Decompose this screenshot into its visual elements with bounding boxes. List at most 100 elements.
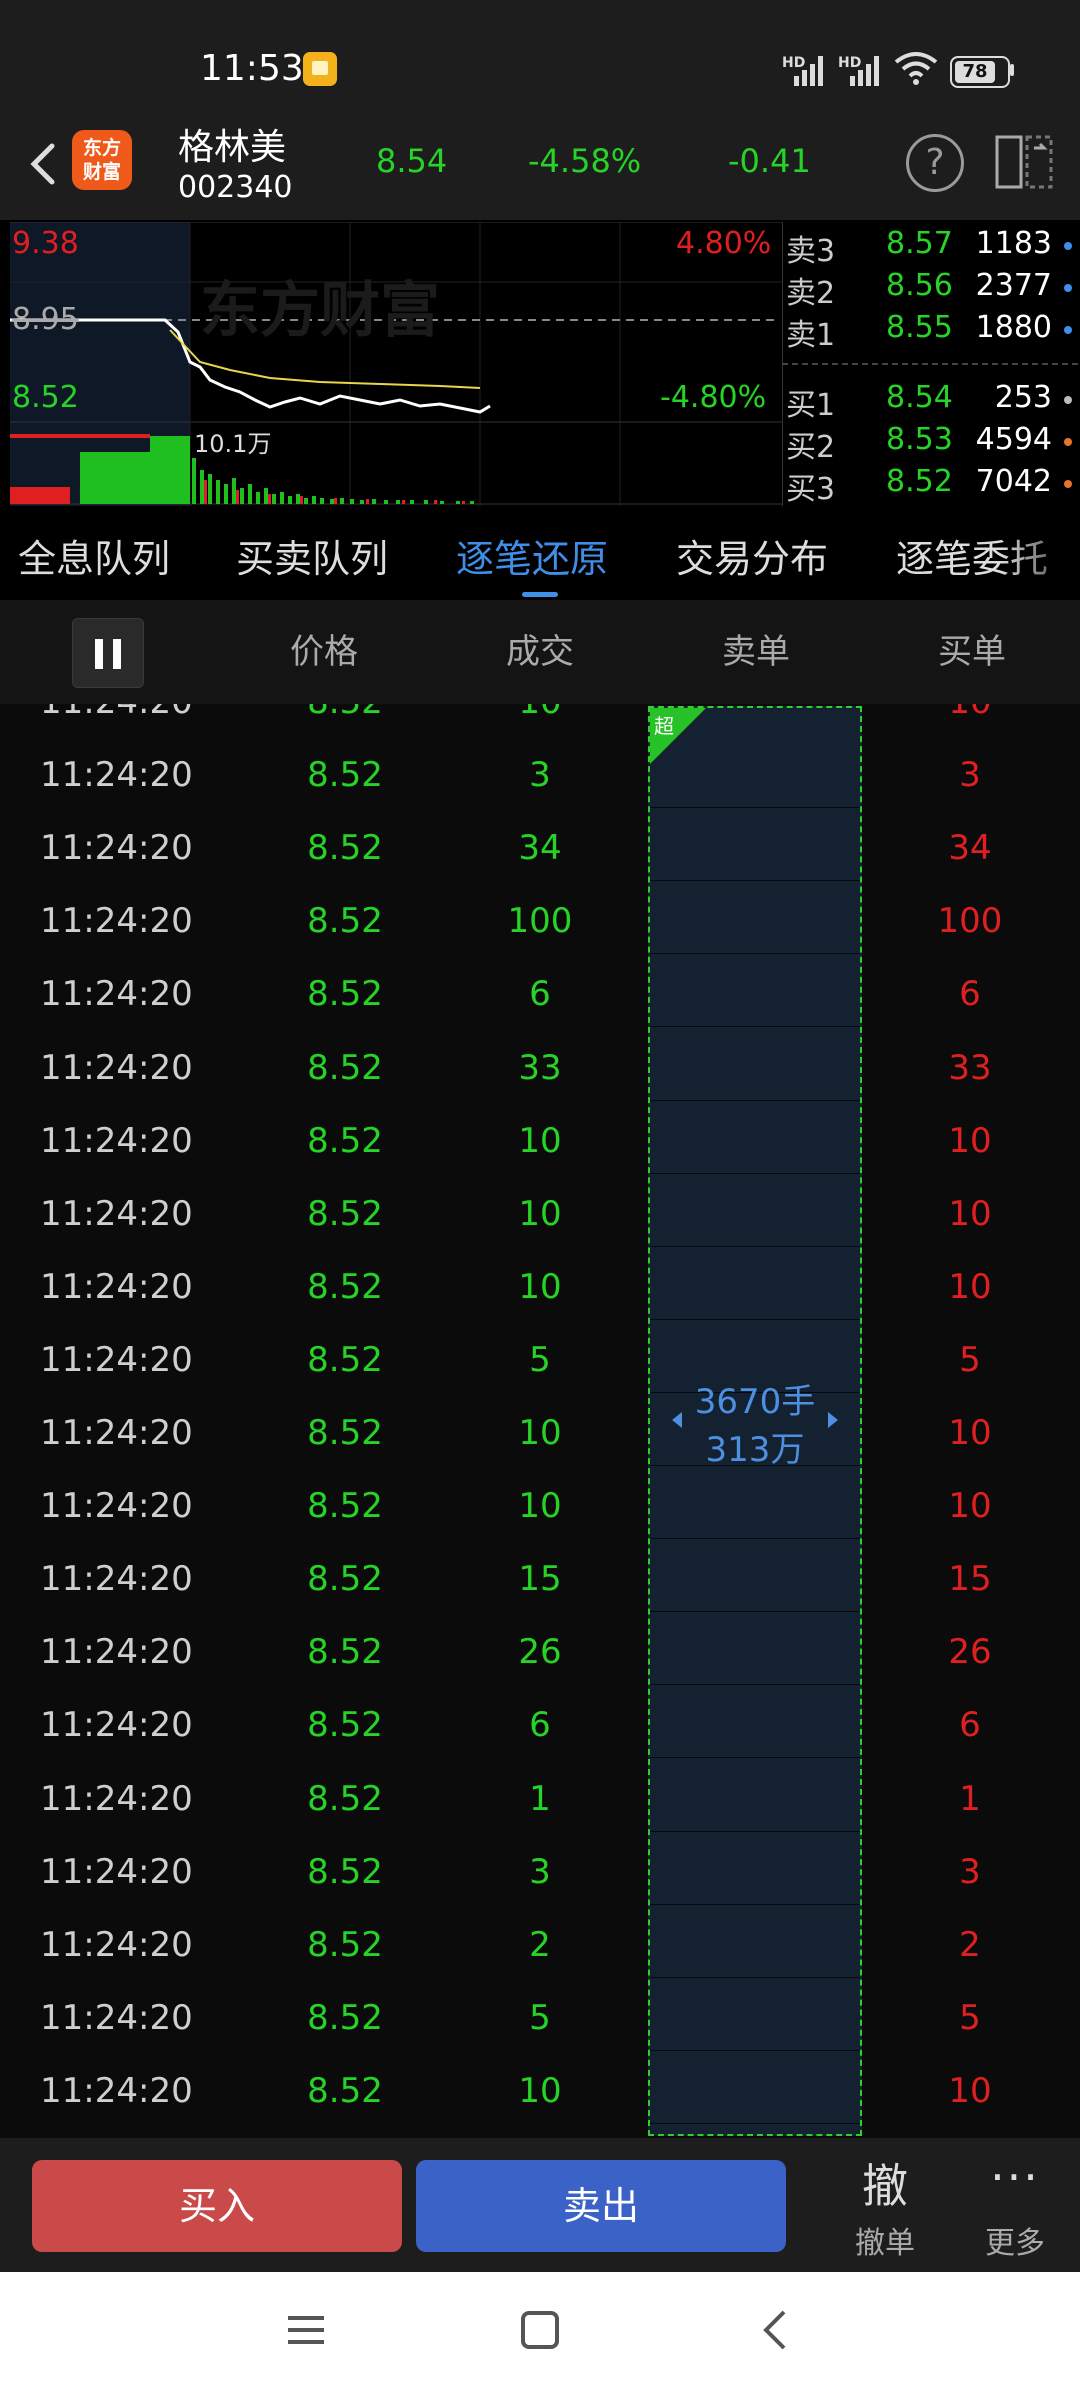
sell-button[interactable]: 卖出 — [416, 2160, 786, 2252]
trade-volume: 3 — [529, 1851, 551, 1892]
ask-row-2[interactable]: 卖2 8.56 2377 — [782, 268, 1080, 311]
trade-price: 8.52 — [307, 1339, 383, 1380]
trade-volume: 34 — [518, 828, 562, 869]
bid-row-1[interactable]: 买1 8.54 253 — [782, 380, 1080, 423]
bid-dot-icon — [1064, 480, 1072, 488]
order-book[interactable]: 卖3 8.57 1183 卖2 8.56 2377 卖1 8.55 1880 买… — [782, 222, 1080, 507]
trade-time: 11:24:20 — [40, 1559, 193, 1600]
home-icon[interactable] — [520, 2310, 560, 2350]
bid-row-3[interactable]: 买3 8.52 7042 — [782, 464, 1080, 507]
stock-name[interactable]: 格林美 — [178, 118, 286, 170]
tab-trade-distribution[interactable]: 交易分布 — [676, 528, 828, 583]
trade-price: 8.52 — [307, 1632, 383, 1673]
sell-order-divider — [650, 1245, 860, 1247]
stock-code: 002340 — [178, 170, 293, 205]
sell-order-divider — [650, 880, 860, 882]
trade-row[interactable]: 11:24:20 8.52 10 10 — [0, 1486, 1080, 1559]
trade-row[interactable]: 11:24:20 8.52 26 26 — [0, 1632, 1080, 1705]
ask-label: 卖2 — [786, 276, 836, 311]
ask-volume: 2377 — [975, 268, 1052, 303]
intraday-chart[interactable]: 东方财富 9.38 4.80% 8.95 8.52 -4.80% 10.1万 — [0, 222, 782, 506]
more-icon[interactable]: ··· — [980, 2150, 1050, 2204]
cancel-order-label[interactable]: 撤单 — [840, 2218, 930, 2262]
arrow-left-icon[interactable] — [672, 1412, 682, 1428]
layout-switch-icon[interactable] — [994, 134, 1056, 190]
trade-time: 11:24:20 — [40, 1266, 193, 1307]
trade-row[interactable]: 11:24:20 8.52 33 33 — [0, 1048, 1080, 1121]
current-price: 8.54 — [376, 142, 448, 180]
sell-order-divider — [650, 1976, 860, 1978]
trade-price: 8.52 — [307, 1778, 383, 1819]
trade-price: 8.52 — [307, 1924, 383, 1965]
trade-row[interactable]: 11:24:20 8.52 10 10 — [0, 1413, 1080, 1486]
trade-row[interactable]: 11:24:20 8.52 100 100 — [0, 901, 1080, 974]
ask-row-1[interactable]: 卖1 8.55 1880 — [782, 310, 1080, 353]
column-price: 价格 — [290, 632, 358, 672]
buy-order-volume: 10 — [948, 1193, 992, 1234]
pause-icon — [95, 639, 103, 669]
sell-order-amount: 313万 — [705, 1430, 805, 1470]
trade-row[interactable]: 11:24:20 8.52 3 3 — [0, 755, 1080, 828]
buy-order-volume: 6 — [959, 1705, 981, 1746]
trade-row[interactable]: 11:24:20 8.52 10 10 — [0, 2071, 1080, 2138]
trade-time: 11:24:20 — [40, 1120, 193, 1161]
trade-row[interactable]: 11:24:20 8.52 10 10 — [0, 1267, 1080, 1340]
bid-label: 买3 — [786, 472, 836, 507]
cancel-order-icon[interactable]: 撤 — [850, 2150, 920, 2216]
back-nav-icon[interactable] — [758, 2308, 792, 2352]
bid-row-2[interactable]: 买2 8.53 4594 — [782, 422, 1080, 465]
signal-icon-1 — [790, 52, 830, 86]
buy-button[interactable]: 买入 — [32, 2160, 402, 2252]
arrow-right-icon[interactable] — [828, 1412, 838, 1428]
trade-row[interactable]: 11:24:20 8.52 34 34 — [0, 828, 1080, 901]
menu-icon[interactable] — [286, 2312, 326, 2348]
buy-order-volume: 10 — [948, 1120, 992, 1161]
sell-order-divider — [650, 1099, 860, 1101]
help-icon[interactable]: ? — [906, 134, 964, 192]
trade-price: 8.52 — [307, 1559, 383, 1600]
column-buy: 买单 — [938, 632, 1006, 672]
trade-row[interactable]: 11:24:20 8.52 10 10 — [0, 1121, 1080, 1194]
trade-price: 8.52 — [307, 1193, 383, 1234]
ask-label: 卖1 — [786, 318, 836, 353]
trade-price: 8.52 — [307, 1047, 383, 1088]
trade-row[interactable]: 11:24:20 8.52 1 1 — [0, 1779, 1080, 1852]
trade-row[interactable]: 11:24:20 8.52 3 3 — [0, 1852, 1080, 1925]
trade-price: 8.52 — [307, 1120, 383, 1161]
trade-time: 11:24:20 — [40, 828, 193, 869]
trade-time: 11:24:20 — [40, 1632, 193, 1673]
trade-volume: 26 — [518, 1632, 562, 1673]
trade-price: 8.52 — [307, 901, 383, 942]
buy-order-volume: 15 — [948, 1559, 992, 1600]
trade-list[interactable]: 11:24:208.52101011:24:208.523311:24:208.… — [0, 704, 1080, 2138]
trade-row[interactable]: 11:24:20 8.52 2 2 — [0, 1925, 1080, 1998]
tab-bid-ask-queue[interactable]: 买卖队列 — [236, 528, 388, 583]
trade-price: 8.52 — [307, 755, 383, 796]
tab-tick-restore[interactable]: 逐笔还原 — [456, 528, 608, 583]
bid-volume: 7042 — [975, 464, 1052, 499]
trade-row[interactable]: 11:24:20 8.52 10 10 — [0, 1194, 1080, 1267]
pause-button[interactable] — [72, 618, 144, 688]
sell-order-divider — [650, 1757, 860, 1759]
trade-volume: 10 — [518, 1413, 562, 1453]
trade-volume: 10 — [518, 2070, 562, 2111]
buy-order-volume: 3 — [959, 755, 981, 796]
trade-time: 11:24:20 — [40, 1193, 193, 1234]
trade-row[interactable]: 11:24:20 8.52 5 5 — [0, 1340, 1080, 1413]
trade-time: 11:24:20 — [40, 2070, 193, 2111]
back-arrow-icon[interactable] — [18, 128, 68, 198]
trade-row[interactable]: 11:24:20 8.52 6 6 — [0, 1705, 1080, 1778]
trade-volume: 2 — [529, 1924, 551, 1965]
trade-row[interactable]: 11:24:20 8.52 10 10 — [0, 704, 1080, 755]
more-label[interactable]: 更多 — [970, 2218, 1060, 2262]
buy-order-volume: 34 — [948, 828, 992, 869]
ask-price: 8.55 — [886, 310, 953, 345]
trade-time: 11:24:20 — [40, 1047, 193, 1088]
pause-icon — [113, 639, 121, 669]
trade-row[interactable]: 11:24:20 8.52 15 15 — [0, 1559, 1080, 1632]
trade-row[interactable]: 11:24:20 8.52 5 5 — [0, 1998, 1080, 2071]
tab-full-queue[interactable]: 全息队列 — [18, 528, 170, 583]
trade-time: 11:24:20 — [40, 1851, 193, 1892]
trade-row[interactable]: 11:24:20 8.52 6 6 — [0, 974, 1080, 1047]
ask-row-3[interactable]: 卖3 8.57 1183 — [782, 226, 1080, 269]
